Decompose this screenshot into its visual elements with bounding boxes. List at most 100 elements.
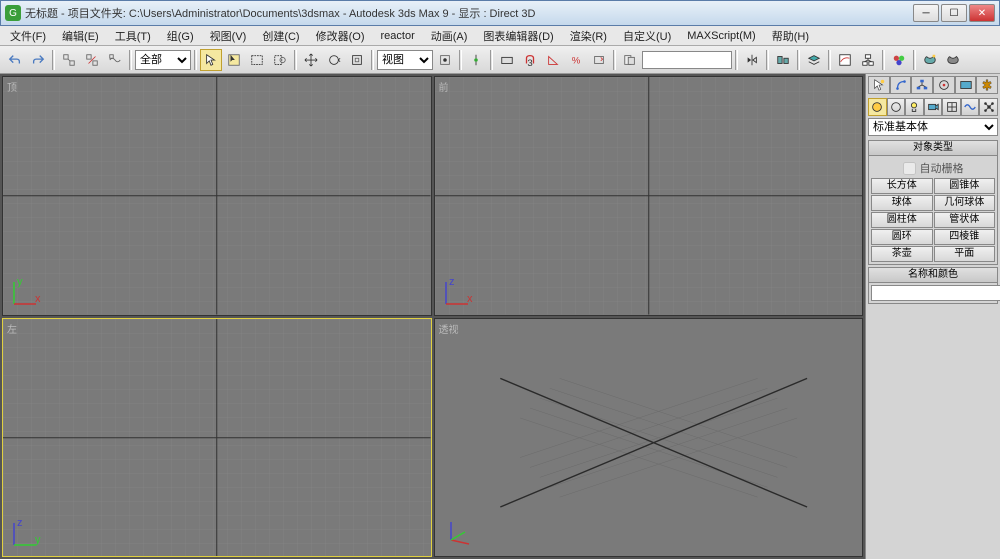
menu-group[interactable]: 组(G): [161, 26, 200, 46]
create-category-row: [868, 98, 998, 116]
viewport-label: 左: [7, 321, 17, 336]
menu-views[interactable]: 视图(V): [204, 26, 253, 46]
unlink-button[interactable]: [81, 49, 103, 71]
redo-button[interactable]: [27, 49, 49, 71]
named-selection-input[interactable]: [642, 51, 732, 69]
pivot-center-button[interactable]: [434, 49, 456, 71]
separator: [129, 50, 132, 70]
cameras-button[interactable]: [924, 98, 943, 116]
cylinder-button[interactable]: 圆柱体: [871, 212, 933, 228]
menu-maxscript[interactable]: MAXScript(M): [681, 28, 761, 44]
select-scale-button[interactable]: [346, 49, 368, 71]
curve-editor-button[interactable]: [834, 49, 856, 71]
create-tab[interactable]: [868, 76, 890, 94]
display-tab[interactable]: [955, 76, 977, 94]
reference-coord-dropdown[interactable]: 视图: [377, 50, 433, 70]
object-type-rollout-header[interactable]: 对象类型: [868, 140, 998, 156]
select-by-name-button[interactable]: [223, 49, 245, 71]
separator: [766, 50, 769, 70]
sphere-button[interactable]: 球体: [871, 195, 933, 211]
separator: [371, 50, 374, 70]
name-color-rollout-header[interactable]: 名称和颜色: [868, 267, 998, 283]
menu-rendering[interactable]: 渲染(R): [564, 26, 613, 46]
modify-tab[interactable]: [890, 76, 912, 94]
angle-snap-button[interactable]: [542, 49, 564, 71]
render-scene-button[interactable]: [919, 49, 941, 71]
schematic-view-button[interactable]: [857, 49, 879, 71]
menu-help[interactable]: 帮助(H): [766, 26, 815, 46]
undo-button[interactable]: [4, 49, 26, 71]
window-title: 无标题 - 项目文件夹: C:\Users\Administrator\Docu…: [25, 5, 913, 21]
object-name-input[interactable]: [871, 285, 1000, 301]
teapot-button[interactable]: 茶壶: [871, 246, 933, 262]
select-move-button[interactable]: [300, 49, 322, 71]
autogrid-checkbox[interactable]: [903, 162, 916, 175]
menu-reactor[interactable]: reactor: [375, 28, 421, 44]
systems-button[interactable]: [979, 98, 998, 116]
utilities-tab[interactable]: [976, 76, 998, 94]
cone-button[interactable]: 圆锥体: [934, 178, 996, 194]
spacewarps-button[interactable]: [961, 98, 980, 116]
keyboard-shortcut-toggle-button[interactable]: [496, 49, 518, 71]
selection-filter-dropdown[interactable]: 全部: [135, 50, 191, 70]
separator: [459, 50, 462, 70]
svg-text:z: z: [17, 518, 23, 529]
material-editor-button[interactable]: [888, 49, 910, 71]
minimize-button[interactable]: ─: [913, 4, 939, 22]
helpers-button[interactable]: [942, 98, 961, 116]
lights-button[interactable]: [905, 98, 924, 116]
window-crossing-button[interactable]: [269, 49, 291, 71]
axis-gizmo-icon: zy: [11, 518, 41, 548]
geometry-button[interactable]: [868, 98, 887, 116]
separator: [913, 50, 916, 70]
viewport-label: 顶: [7, 79, 17, 94]
menu-animation[interactable]: 动画(A): [425, 26, 474, 46]
rectangular-select-button[interactable]: [246, 49, 268, 71]
primitive-category-dropdown[interactable]: 标准基本体: [868, 118, 998, 136]
viewport-front[interactable]: 前 zx: [434, 76, 864, 316]
plane-button[interactable]: 平面: [934, 246, 996, 262]
viewport-left[interactable]: 左 zy: [2, 318, 432, 558]
bind-spacewarp-button[interactable]: [104, 49, 126, 71]
name-color-row: [871, 285, 995, 301]
separator: [294, 50, 297, 70]
box-button[interactable]: 长方体: [871, 178, 933, 194]
grid-icon: [435, 77, 863, 315]
snap-toggle-button[interactable]: 3: [519, 49, 541, 71]
menu-tools[interactable]: 工具(T): [109, 26, 157, 46]
select-manipulate-button[interactable]: [465, 49, 487, 71]
torus-button[interactable]: 圆环: [871, 229, 933, 245]
motion-tab[interactable]: [933, 76, 955, 94]
mirror-button[interactable]: [741, 49, 763, 71]
menu-create[interactable]: 创建(C): [256, 26, 305, 46]
named-selection-button[interactable]: [619, 49, 641, 71]
main-toolbar: 全部 视图 3 %: [0, 46, 1000, 74]
percent-snap-button[interactable]: %: [565, 49, 587, 71]
spinner-snap-button[interactable]: [588, 49, 610, 71]
maximize-button[interactable]: ☐: [941, 4, 967, 22]
svg-text:x: x: [35, 293, 41, 305]
link-button[interactable]: [58, 49, 80, 71]
menu-edit[interactable]: 编辑(E): [56, 26, 105, 46]
menu-graph-editors[interactable]: 图表编辑器(D): [477, 26, 559, 46]
viewport-area: 顶 yx 前 zx 左: [0, 74, 865, 559]
select-object-button[interactable]: [200, 49, 222, 71]
tube-button[interactable]: 管状体: [934, 212, 996, 228]
align-button[interactable]: [772, 49, 794, 71]
menu-modifiers[interactable]: 修改器(O): [310, 26, 371, 46]
workspace: 顶 yx 前 zx 左: [0, 74, 1000, 559]
hierarchy-tab[interactable]: [911, 76, 933, 94]
close-button[interactable]: ✕: [969, 4, 995, 22]
menu-customize[interactable]: 自定义(U): [617, 26, 677, 46]
layer-manager-button[interactable]: [803, 49, 825, 71]
menu-file[interactable]: 文件(F): [4, 26, 52, 46]
viewport-top[interactable]: 顶 yx: [2, 76, 432, 316]
svg-text:3: 3: [527, 58, 532, 67]
select-rotate-button[interactable]: [323, 49, 345, 71]
viewport-perspective[interactable]: 透视: [434, 318, 864, 558]
quick-render-button[interactable]: [942, 49, 964, 71]
pyramid-button[interactable]: 四棱锥: [934, 229, 996, 245]
shapes-button[interactable]: [887, 98, 906, 116]
svg-text:y: y: [35, 534, 41, 546]
geosphere-button[interactable]: 几何球体: [934, 195, 996, 211]
